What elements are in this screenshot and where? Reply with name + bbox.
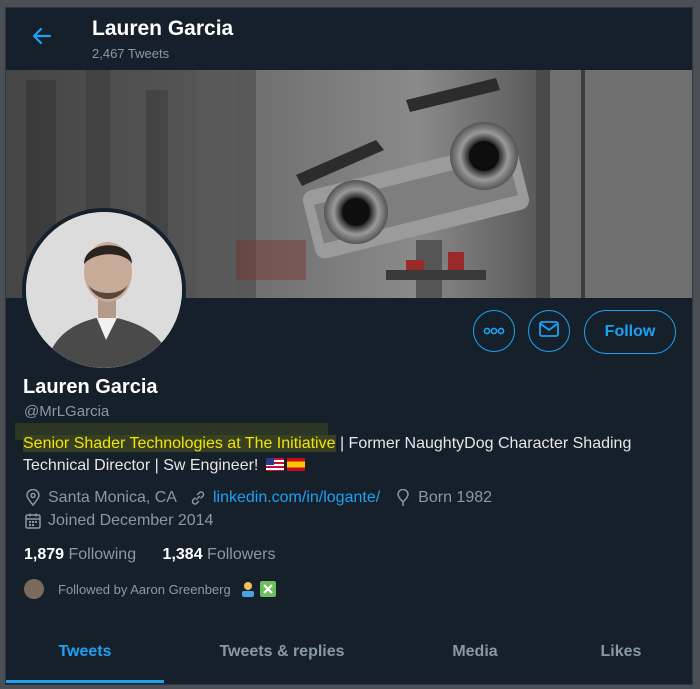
followers-label: Followers [207,546,276,563]
tab-media[interactable]: Media [400,622,550,682]
following-count: 1,879 [24,546,65,563]
spain-flag-icon [284,457,305,474]
link-icon [189,489,207,507]
followers-link[interactable]: 1,384 Followers [163,546,276,563]
tab-tweets-replies[interactable]: Tweets & replies [164,622,400,682]
location-icon [24,489,42,507]
profile-joined: Joined December 2014 [48,512,214,529]
followed-by-text: Followed by Aaron Greenberg [58,581,231,597]
profile-meta-row: Santa Monica, CA linkedin.com/in/logante… [24,489,492,507]
tab-likes[interactable]: Likes [550,622,692,682]
following-link[interactable]: 1,879 Following [24,546,136,563]
back-arrow-icon[interactable] [30,24,54,48]
profile-website-link[interactable]: linkedin.com/in/logante/ [213,489,380,507]
message-button[interactable] [528,310,570,352]
profile-joined-row: Joined December 2014 [24,512,213,530]
active-tab-indicator [6,680,164,683]
birthday-icon [394,489,412,507]
profile-stats: 1,879 Following 1,384 Followers [24,546,276,564]
profile-handle: @MrLGarcia [24,403,110,420]
more-options-icon [483,322,505,340]
header-name: Lauren Garcia [92,17,234,40]
header-tweet-count: 2,467 Tweets [92,46,170,61]
profile-avatar[interactable] [22,208,186,372]
followers-count: 1,384 [162,546,203,563]
following-label: Following [68,546,137,563]
more-options-button[interactable] [473,310,515,352]
profile-header: Lauren Garcia 2,467 Tweets [6,8,692,70]
person-emoji-icon [231,581,257,597]
profile-location: Santa Monica, CA [48,489,177,506]
profile-tabs: Tweets Tweets & replies Media Likes [6,622,692,684]
followed-by-row[interactable]: Followed by Aaron Greenberg [24,579,277,599]
check-emoji-icon [257,581,277,597]
profile-name: Lauren Garcia [23,376,158,398]
us-flag-icon [263,457,284,474]
profile-window: Lauren Garcia 2,467 Tweets Follow Lauren… [6,8,692,684]
follower-avatar [24,579,44,599]
message-icon [539,320,559,342]
profile-bio: Senior Shader Technologies at The Initia… [23,433,683,477]
tab-tweets[interactable]: Tweets [6,622,164,682]
calendar-icon [24,512,42,530]
profile-born: Born 1982 [418,489,493,506]
follow-button[interactable]: Follow [584,310,676,354]
bio-highlight: Senior Shader Technologies at The Initia… [23,435,336,452]
